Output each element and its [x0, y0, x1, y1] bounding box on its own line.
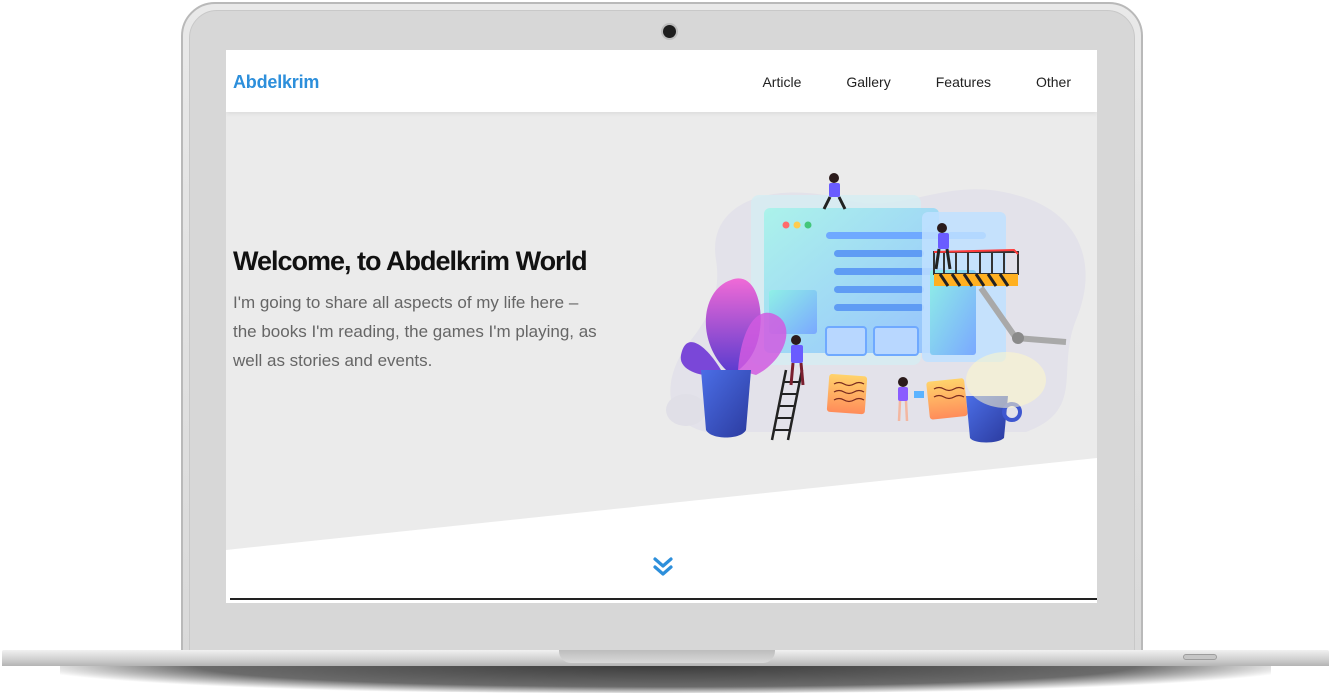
power-indicator — [1183, 654, 1217, 660]
nav-link-other[interactable]: Other — [1036, 74, 1071, 90]
laptop-shadow — [60, 665, 1271, 693]
hero-illustration — [666, 173, 1086, 443]
brand-logo[interactable]: Abdelkrim — [233, 72, 319, 93]
nav-link-features[interactable]: Features — [936, 74, 991, 90]
nav-link-article[interactable]: Article — [762, 74, 801, 90]
screen-bottom-edge — [230, 598, 1097, 600]
chevrons-down-icon[interactable] — [652, 555, 674, 579]
laptop-screen: Abdelkrim Article Gallery Features Other… — [226, 50, 1097, 603]
nav-menu: Article Gallery Features Other — [717, 74, 1071, 90]
laptop-mockup: Abdelkrim Article Gallery Features Other… — [0, 0, 1331, 693]
laptop-notch — [559, 650, 775, 663]
hero-title: Welcome, to Abdelkrim World — [233, 246, 588, 276]
navbar: Abdelkrim Article Gallery Features Other — [226, 50, 1097, 112]
nav-link-gallery[interactable]: Gallery — [846, 74, 890, 90]
camera-icon — [663, 25, 676, 38]
hero-description: I'm going to share all aspects of my lif… — [233, 293, 597, 370]
